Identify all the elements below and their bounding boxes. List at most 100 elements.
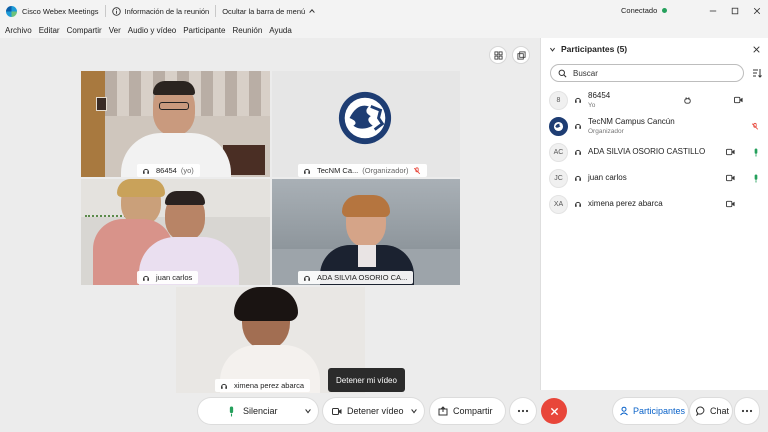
tile-suffix: (yo) bbox=[180, 166, 194, 175]
headset-icon bbox=[575, 97, 581, 103]
webex-logo-icon bbox=[6, 5, 17, 17]
menu-participante[interactable]: Participante bbox=[183, 26, 225, 35]
menu-audio-video[interactable]: Audio y vídeo bbox=[128, 26, 176, 35]
video-stage: 86454 (yo) TecNM Ca... (Organizador) jua… bbox=[0, 38, 538, 432]
menu-compartir[interactable]: Compartir bbox=[67, 26, 102, 35]
tile-namebar: ADA SILVIA OSORIO CA... bbox=[298, 271, 414, 284]
participants-label: Participantes bbox=[633, 406, 686, 416]
chevron-down-icon[interactable] bbox=[410, 407, 418, 415]
headset-icon bbox=[143, 168, 149, 174]
menu-bar: Archivo Editar Compartir Ver Audio y víd… bbox=[0, 22, 768, 38]
minimize-icon bbox=[709, 10, 717, 12]
person-hair-5 bbox=[234, 287, 298, 321]
headset-icon bbox=[143, 275, 149, 281]
avatar: 8 bbox=[549, 90, 568, 110]
minimize-button[interactable] bbox=[702, 0, 724, 22]
headset-icon bbox=[575, 149, 581, 155]
info-icon bbox=[111, 6, 121, 16]
maximize-button[interactable] bbox=[724, 0, 746, 22]
video-tile-juan-carlos[interactable]: juan carlos bbox=[81, 179, 270, 285]
participant-role: Yo bbox=[588, 101, 596, 109]
tile-namebar: TecNM Ca... (Organizador) bbox=[298, 164, 427, 177]
share-button[interactable]: Compartir bbox=[430, 398, 505, 424]
more-panels-button[interactable] bbox=[735, 398, 759, 424]
headset-icon bbox=[575, 175, 581, 181]
video-camera-icon bbox=[726, 200, 735, 208]
mic-active-icon bbox=[229, 406, 234, 416]
headset-icon bbox=[575, 201, 581, 207]
menu-archivo[interactable]: Archivo bbox=[5, 26, 32, 35]
menu-ayuda[interactable]: Ayuda bbox=[269, 26, 292, 35]
more-options-button[interactable] bbox=[510, 398, 536, 424]
person-hair-3 bbox=[165, 191, 205, 205]
person-hair bbox=[153, 81, 195, 95]
avatar: JC bbox=[549, 168, 568, 188]
participant-row[interactable]: TecNM Campus Cancún Organizador bbox=[549, 114, 761, 138]
video-tile-86454[interactable]: 86454 (yo) bbox=[81, 71, 270, 177]
video-camera-icon bbox=[734, 96, 743, 104]
search-placeholder: Buscar bbox=[573, 68, 598, 78]
tile-name: 86454 bbox=[156, 166, 177, 175]
participant-name: ADA SILVIA OSORIO CASTILLO bbox=[588, 147, 706, 156]
pop-out-button[interactable] bbox=[512, 46, 530, 64]
participant-row[interactable]: AC ADA SILVIA OSORIO CASTILLO bbox=[549, 140, 761, 164]
chevron-down-icon[interactable] bbox=[549, 46, 556, 53]
search-icon bbox=[558, 69, 567, 77]
participant-name: ximena perez abarca bbox=[588, 199, 663, 208]
hand-icon bbox=[684, 96, 691, 104]
control-bar: Silenciar Detener vídeo Compartir Partic… bbox=[0, 390, 768, 432]
tecnm-logo-icon bbox=[338, 91, 392, 145]
person-blouse-2 bbox=[358, 245, 376, 267]
hide-menu-label: Ocultar la barra de menú bbox=[222, 6, 306, 16]
avatar: XA bbox=[549, 194, 568, 214]
hide-menu-bar-button[interactable]: Ocultar la barra de menú bbox=[222, 7, 316, 16]
video-camera-icon bbox=[726, 148, 735, 156]
close-icon bbox=[753, 7, 761, 15]
meeting-info-button[interactable]: Información de la reunión bbox=[111, 6, 209, 16]
leave-meeting-button[interactable] bbox=[541, 398, 567, 424]
video-tile-tecnm[interactable]: TecNM Ca... (Organizador) bbox=[272, 71, 460, 177]
participant-row[interactable]: XA ximena perez abarca bbox=[549, 192, 761, 216]
stop-video-button[interactable]: Detener vídeo bbox=[323, 398, 424, 424]
menu-reunion[interactable]: Reunión bbox=[232, 26, 262, 35]
title-bar: Cisco Webex Meetings Información de la r… bbox=[0, 0, 768, 22]
participant-name: 86454 bbox=[588, 90, 611, 100]
mute-button[interactable]: Silenciar bbox=[198, 398, 318, 424]
tile-suffix: (Organizador) bbox=[362, 166, 409, 175]
share-label: Compartir bbox=[453, 406, 493, 416]
participant-row[interactable]: 8 86454 Yo bbox=[549, 88, 761, 112]
video-tile-ada-silvia[interactable]: ADA SILVIA OSORIO CA... bbox=[272, 179, 460, 285]
participant-search-input[interactable]: Buscar bbox=[550, 64, 744, 82]
tile-name: TecNM Ca... bbox=[317, 166, 359, 175]
chat-button[interactable]: Chat bbox=[690, 398, 732, 424]
wall-picture bbox=[96, 97, 107, 111]
menu-ver[interactable]: Ver bbox=[109, 26, 121, 35]
participant-name: TecNM Campus Cancún bbox=[588, 116, 675, 126]
tile-namebar: juan carlos bbox=[137, 271, 199, 284]
panel-title: Participantes (5) bbox=[561, 44, 628, 54]
participants-panel: Participantes (5) Buscar 8 86454 Yo TecN… bbox=[540, 38, 768, 390]
close-panel-icon[interactable] bbox=[753, 46, 760, 53]
participant-row[interactable]: JC juan carlos bbox=[549, 166, 761, 190]
mic-active-icon bbox=[754, 173, 758, 183]
menu-editar[interactable]: Editar bbox=[39, 26, 60, 35]
video-camera-icon bbox=[332, 407, 342, 415]
headset-icon bbox=[304, 275, 310, 281]
participants-button[interactable]: Participantes bbox=[613, 398, 688, 424]
close-icon bbox=[550, 407, 558, 415]
video-camera-icon bbox=[726, 174, 735, 182]
close-window-button[interactable] bbox=[746, 0, 768, 22]
status-dot-icon bbox=[662, 8, 668, 13]
person-icon bbox=[620, 406, 628, 416]
layout-button[interactable] bbox=[489, 46, 507, 64]
person-hair-2 bbox=[117, 179, 165, 197]
mic-active-icon bbox=[754, 147, 758, 157]
headset-icon bbox=[221, 383, 227, 389]
chevron-down-icon[interactable] bbox=[304, 407, 312, 415]
divider bbox=[215, 5, 217, 17]
sort-icon[interactable] bbox=[752, 68, 762, 78]
person-hair-4 bbox=[342, 195, 390, 217]
headset-icon bbox=[304, 168, 310, 174]
participant-role: Organizador bbox=[588, 127, 624, 135]
tile-name: ximena perez abarca bbox=[234, 381, 305, 390]
